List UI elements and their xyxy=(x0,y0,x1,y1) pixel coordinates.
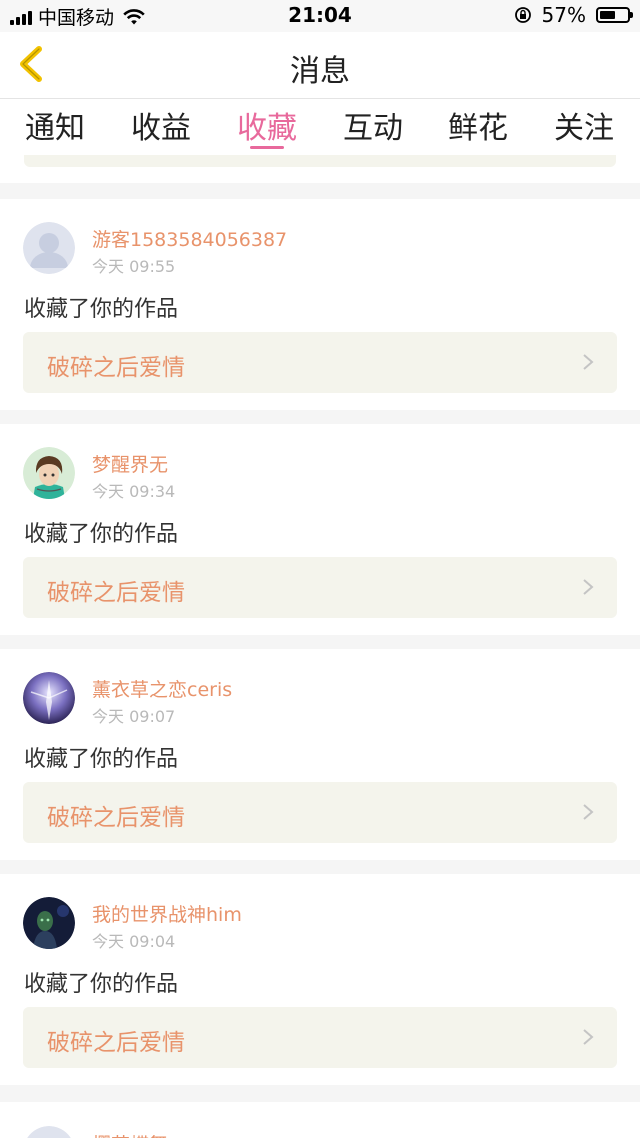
username[interactable]: 梦醒界无 xyxy=(92,450,168,477)
timestamp: 今天 09:34 xyxy=(92,482,176,501)
work-link[interactable]: 破碎之后爱情 xyxy=(23,782,617,843)
avatar[interactable] xyxy=(23,672,75,724)
tab-interactions[interactable]: 互动 xyxy=(325,103,421,147)
list-item-partial xyxy=(0,155,640,183)
list-item: 我的世界战神him 今天 09:04 收藏了你的作品 破碎之后爱情 xyxy=(0,874,640,1085)
work-title: 破碎之后爱情 xyxy=(47,1030,185,1056)
username[interactable]: 樱花蝶舞 xyxy=(92,1130,168,1138)
timestamp: 今天 09:04 xyxy=(92,932,176,951)
status-bar: 中国移动 21:04 57% xyxy=(0,0,640,32)
default-avatar-icon xyxy=(27,1126,71,1138)
chevron-right-icon xyxy=(583,804,594,820)
list-item: 梦醒界无 今天 09:34 收藏了你的作品 破碎之后爱情 xyxy=(0,424,640,635)
work-link[interactable]: 破碎之后爱情 xyxy=(23,1007,617,1068)
action-text: 收藏了你的作品 xyxy=(24,522,179,547)
chevron-right-icon xyxy=(583,354,594,370)
avatar-image xyxy=(23,447,75,499)
action-text: 收藏了你的作品 xyxy=(24,297,179,322)
work-title: 破碎之后爱情 xyxy=(47,355,185,381)
active-tab-indicator xyxy=(250,146,284,149)
tab-follows[interactable]: 关注 xyxy=(536,103,632,147)
wifi-icon xyxy=(123,8,145,24)
battery-percent: 57% xyxy=(541,3,586,27)
battery-icon xyxy=(596,7,633,23)
status-left: 中国移动 xyxy=(10,3,146,30)
list-item: 游客1583584056387 今天 09:55 收藏了你的作品 破碎之后爱情 xyxy=(0,199,640,410)
work-link[interactable]: 破碎之后爱情 xyxy=(23,332,617,393)
username[interactable]: 我的世界战神him xyxy=(92,900,242,927)
work-title: 破碎之后爱情 xyxy=(47,580,185,606)
carrier-label: 中国移动 xyxy=(38,7,115,29)
username[interactable]: 游客1583584056387 xyxy=(92,225,287,252)
nav-bar: 消息 xyxy=(0,32,640,99)
orientation-lock-icon xyxy=(514,7,531,23)
status-right: 57% xyxy=(514,3,633,27)
action-text: 收藏了你的作品 xyxy=(24,972,179,997)
tab-notifications[interactable]: 通知 xyxy=(7,103,103,147)
work-box-partial[interactable] xyxy=(24,155,616,167)
work-title: 破碎之后爱情 xyxy=(47,805,185,831)
work-link[interactable]: 破碎之后爱情 xyxy=(23,557,617,618)
action-text: 收藏了你的作品 xyxy=(24,747,179,772)
list-item-partial: 樱花蝶舞 xyxy=(0,1102,640,1138)
avatar-image xyxy=(23,672,75,724)
tab-bar: 通知 收益 收藏 互动 鲜花 关注 xyxy=(0,99,640,155)
timestamp: 今天 09:55 xyxy=(92,257,176,276)
signal-icon xyxy=(10,9,32,25)
chevron-right-icon xyxy=(583,579,594,595)
tab-flowers[interactable]: 鲜花 xyxy=(430,103,526,147)
avatar[interactable] xyxy=(23,222,75,274)
default-avatar-icon xyxy=(23,222,75,274)
avatar[interactable] xyxy=(23,897,75,949)
avatar[interactable] xyxy=(23,1126,75,1138)
tab-favorites[interactable]: 收藏 xyxy=(219,103,315,147)
avatar[interactable] xyxy=(23,447,75,499)
chevron-right-icon xyxy=(583,1029,594,1045)
battery-level xyxy=(600,11,615,19)
page-title: 消息 xyxy=(290,54,350,89)
username[interactable]: 薰衣草之恋ceris xyxy=(92,675,232,702)
tab-earnings[interactable]: 收益 xyxy=(113,103,209,147)
avatar-image xyxy=(23,897,75,949)
list-item: 薰衣草之恋ceris 今天 09:07 收藏了你的作品 破碎之后爱情 xyxy=(0,649,640,860)
timestamp: 今天 09:07 xyxy=(92,707,176,726)
